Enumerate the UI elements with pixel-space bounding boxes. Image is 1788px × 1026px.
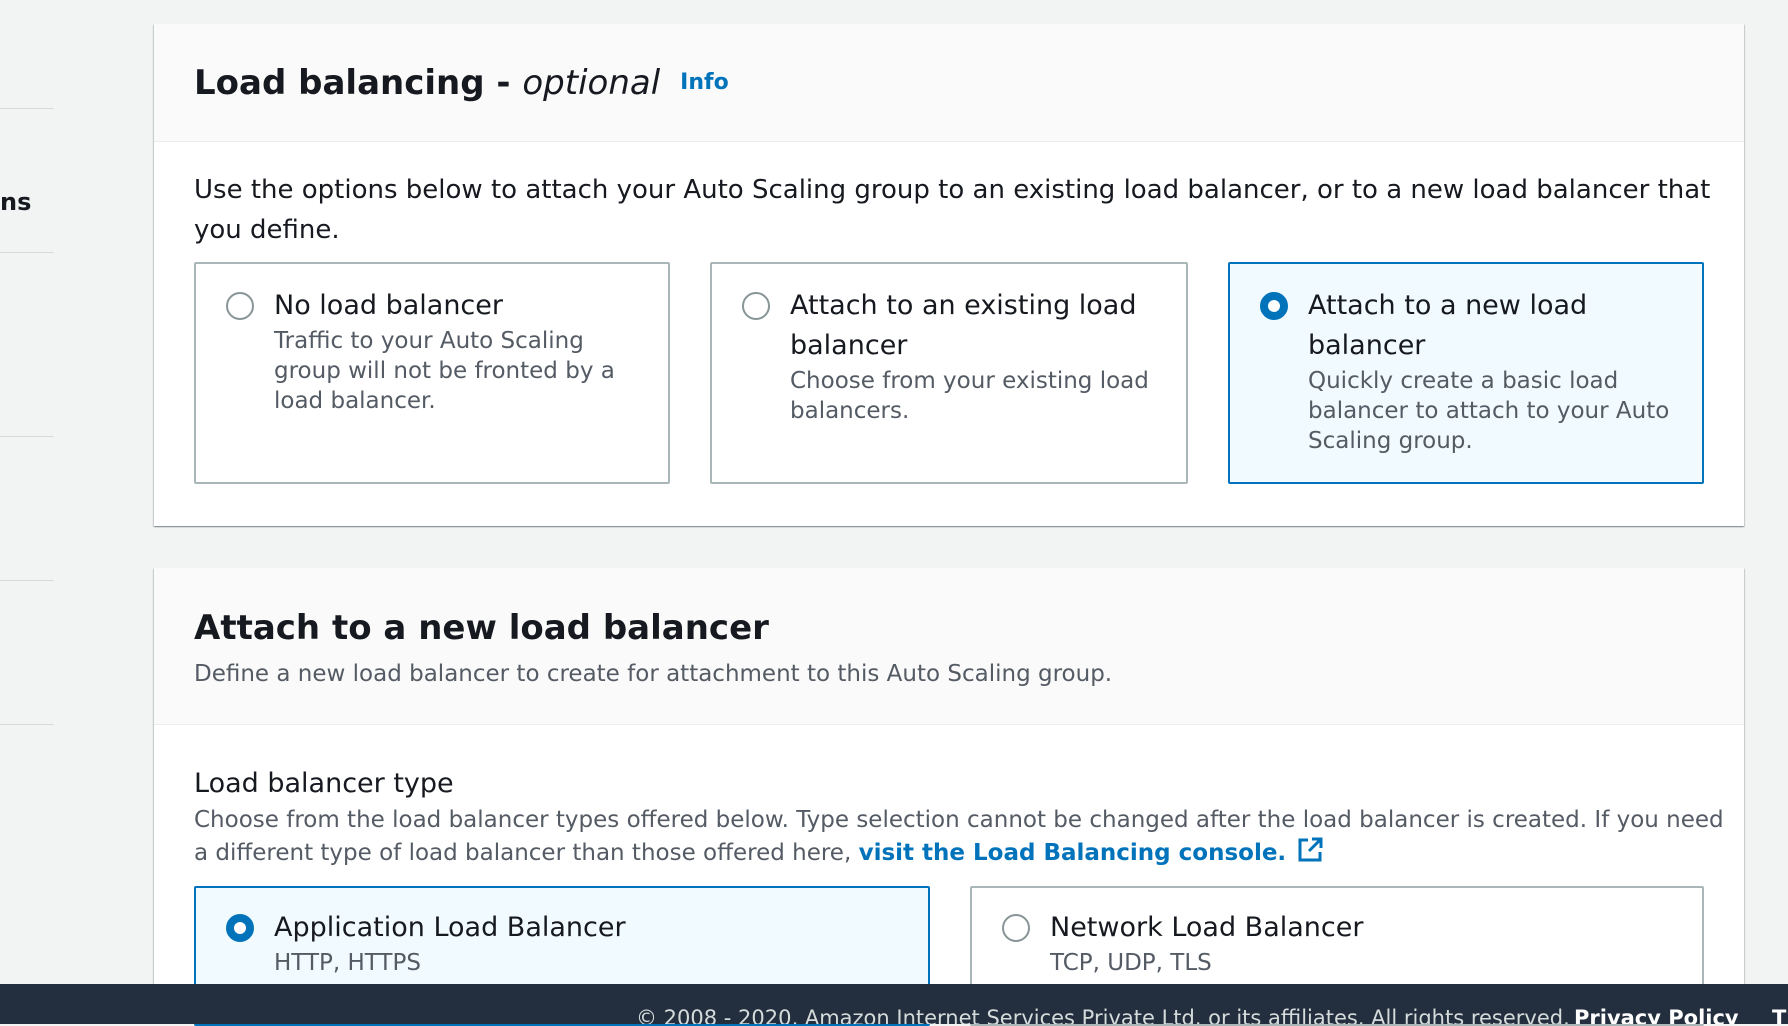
sidebar-divider <box>0 108 54 109</box>
option-description: Choose from your existing load balancers… <box>790 368 1149 424</box>
radio-application-load-balancer[interactable] <box>226 914 254 942</box>
type-title: Network Load Balancer <box>1050 912 1364 943</box>
external-link-icon[interactable] <box>1296 836 1324 873</box>
new-load-balancer-panel: Attach to a new load balancer Define a n… <box>154 568 1744 1026</box>
sidebar-divider <box>0 436 54 437</box>
footer-copyright: © 2008 - 2020, Amazon Internet Services … <box>636 1006 1570 1024</box>
option-title: Attach to an existing load balancer <box>790 290 1137 361</box>
option-label: Attach to an existing load balancer Choo… <box>790 286 1162 426</box>
load-balancing-console-link[interactable]: visit the Load Balancing console. <box>859 840 1287 866</box>
load-balancing-title: Load balancing - optional <box>194 63 660 103</box>
load-balancing-title-main: Load balancing - <box>194 62 523 103</box>
type-title: Application Load Balancer <box>274 912 626 943</box>
type-label: Network Load Balancer TCP, UDP, TLS <box>1050 908 1678 978</box>
type-label: Application Load Balancer HTTP, HTTPS <box>274 908 904 978</box>
option-description: Traffic to your Auto Scaling group will … <box>274 328 615 414</box>
radio-network-load-balancer[interactable] <box>1002 914 1030 942</box>
option-attach-new[interactable]: Attach to a new load balancer Quickly cr… <box>1228 262 1704 484</box>
sidebar-item-label[interactable]: ns <box>0 188 31 216</box>
type-protocols: HTTP, HTTPS <box>274 950 421 976</box>
option-attach-existing[interactable]: Attach to an existing load balancer Choo… <box>710 262 1188 484</box>
option-description: Quickly create a basic load balancer to … <box>1308 368 1670 454</box>
sidebar-divider <box>0 252 54 253</box>
radio-attach-new[interactable] <box>1260 292 1288 320</box>
sidebar-fragment: ns <box>0 0 54 984</box>
load-balancing-header: Load balancing - optional Info <box>154 24 1744 142</box>
new-load-balancer-description: Define a new load balancer to create for… <box>194 661 1113 687</box>
load-balancing-description: Use the options below to attach your Aut… <box>194 175 1711 245</box>
load-balancer-type-description: Choose from the load balancer types offe… <box>194 804 1724 873</box>
terms-link[interactable]: T <box>1772 1006 1786 1024</box>
info-link[interactable]: Info <box>680 70 729 95</box>
sidebar-divider <box>0 724 54 725</box>
option-title: Attach to a new load balancer <box>1308 290 1588 361</box>
option-label: No load balancer Traffic to your Auto Sc… <box>274 286 644 416</box>
sidebar-divider <box>0 580 54 581</box>
option-label: Attach to a new load balancer Quickly cr… <box>1308 286 1678 456</box>
option-no-load-balancer[interactable]: No load balancer Traffic to your Auto Sc… <box>194 262 670 484</box>
radio-no-load-balancer[interactable] <box>226 292 254 320</box>
load-balancing-title-optional: optional <box>522 62 661 103</box>
option-title: No load balancer <box>274 290 503 321</box>
footer: © 2008 - 2020, Amazon Internet Services … <box>0 984 1788 1024</box>
type-protocols: TCP, UDP, TLS <box>1050 950 1212 976</box>
radio-attach-existing[interactable] <box>742 292 770 320</box>
load-balancing-panel: Load balancing - optional Info Use the o… <box>154 24 1744 526</box>
privacy-policy-link[interactable]: Privacy Policy <box>1574 1006 1739 1024</box>
load-balancer-type-label: Load balancer type <box>194 768 454 799</box>
new-load-balancer-title: Attach to a new load balancer <box>194 608 769 648</box>
new-load-balancer-header: Attach to a new load balancer Define a n… <box>154 568 1744 725</box>
